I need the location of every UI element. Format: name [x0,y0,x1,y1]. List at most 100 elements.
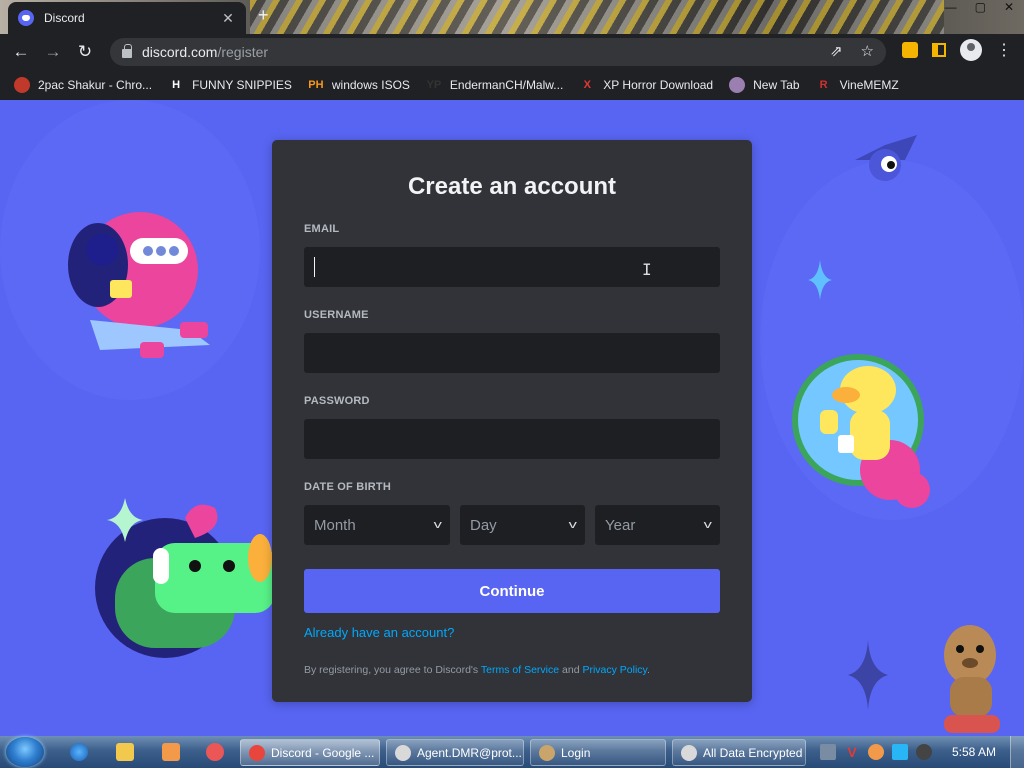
minimize-icon[interactable]: — [945,0,957,16]
bookmark-favicon-icon: YP [426,79,442,91]
bookmark-label: FUNNY SNIPPIES [192,78,292,92]
clock[interactable]: 5:58 AM [952,745,996,759]
browser-tab-strip: Discord ✕ + — ▢ ✕ [0,0,1024,34]
terms-of-service-link[interactable]: Terms of Service [481,664,559,676]
day-select[interactable]: Day v [460,505,585,545]
show-desktop-button[interactable] [1010,736,1024,768]
bookmark-label: windows ISOS [331,78,410,92]
close-window-icon[interactable]: ✕ [1004,0,1014,16]
username-field[interactable] [304,333,720,373]
username-label: USERNAME [304,309,369,321]
privacy-policy-link[interactable]: Privacy Policy [582,664,647,676]
legal-notice: By registering, you agree to Discord's T… [304,663,720,677]
bookmark-label: VineMEMZ [839,78,899,92]
new-tab-button[interactable]: + [258,5,269,26]
bookmark-item[interactable]: H FUNNY SNIPPIES [168,77,292,93]
side-panel-icon[interactable] [932,43,946,57]
legal-and: and [559,664,583,676]
taskbar-window-button[interactable]: Agent.DMR@prot... [386,739,524,766]
taskbar-window-button[interactable]: Discord - Google ... [240,739,380,766]
bookmark-label: New Tab [753,78,800,92]
chevron-down-icon: v [703,519,712,531]
reload-icon[interactable]: ↻ [74,41,96,63]
windows-taskbar: Discord - Google ... Agent.DMR@prot... Log… [0,736,1024,768]
register-page: Create an account EMAIL I USERNAME PASSW… [0,100,1024,736]
chevron-down-icon: v [433,519,442,531]
more-menu-icon[interactable]: ⋮ [996,40,1012,60]
taskbar-window-label: All Data Encrypted [703,745,803,760]
file-explorer-icon[interactable] [116,743,134,761]
volume-icon[interactable] [916,744,932,760]
date-of-birth-row: Month v Day v Year v [304,505,720,545]
back-icon[interactable]: ← [10,41,32,63]
text-caret [314,257,315,277]
antivirus-icon[interactable]: V [844,744,860,760]
email-field[interactable]: I [304,247,720,287]
password-field[interactable] [304,419,720,459]
year-select[interactable]: Year v [595,505,720,545]
taskbar-window-label: Agent.DMR@prot... [417,745,522,760]
bookmark-favicon-icon: PH [308,79,324,91]
register-form-card: Create an account EMAIL I USERNAME PASSW… [272,140,752,702]
bookmark-favicon-icon: R [819,79,828,91]
bat-creature-illustration [855,135,917,181]
paint-icon[interactable] [206,743,224,761]
bookmark-label: 2pac Shakur - Chro... [38,78,153,92]
email-label: EMAIL [304,223,340,235]
lock-icon[interactable] [122,44,132,58]
bookmark-star-icon[interactable]: ☆ [861,42,874,60]
profile-avatar[interactable] [960,39,982,61]
bookmark-item[interactable]: 2pac Shakur - Chro... [14,77,152,93]
date-of-birth-label: DATE OF BIRTH [304,481,391,493]
window-icon [681,744,697,761]
bookmark-favicon-icon: X [583,79,591,91]
browser-toolbar: ← → ↻ discord.com/register ⇗ ☆ ⋮ [0,34,1024,70]
bookmark-label: XP Horror Download [603,78,714,92]
taskbar-window-label: Discord - Google ... [271,745,375,760]
media-player-icon[interactable] [162,743,180,761]
password-label: PASSWORD [304,395,370,407]
bookmark-item[interactable]: X XP Horror Download [579,77,714,93]
share-icon[interactable]: ⇗ [830,42,843,60]
text-cursor-icon: I [642,260,652,279]
url-path: /register [217,44,269,60]
continue-button[interactable]: Continue [304,569,720,613]
tab-discord[interactable]: Discord ✕ [8,2,246,34]
bookmark-item[interactable]: PH windows ISOS [308,77,410,93]
month-placeholder: Month [314,516,356,534]
bookmark-item[interactable]: R VineMEMZ [816,77,899,93]
close-tab-icon[interactable]: ✕ [220,10,236,27]
url-host: discord.com [142,44,218,60]
network-icon[interactable] [820,744,836,760]
window-icon [539,744,555,761]
window-icon [395,744,411,761]
internet-explorer-icon[interactable] [70,743,88,761]
legal-prefix: By registering, you agree to Discord's [304,664,481,676]
bookmark-item[interactable]: New Tab [729,77,800,93]
month-select[interactable]: Month v [304,505,450,545]
day-placeholder: Day [470,516,497,534]
search-icon[interactable] [868,744,884,760]
taskbar-window-button[interactable]: Login [530,739,666,766]
taskbar-window-button[interactable]: All Data Encrypted [672,739,806,766]
start-button[interactable] [6,737,44,767]
taskbar-window-label: Login [561,745,591,760]
bookmark-favicon-icon: H [172,79,181,91]
discord-favicon-icon [18,10,34,26]
sparkle-icon [808,260,832,300]
login-link[interactable]: Already have an account? [304,625,720,641]
dinosaur-headphones-illustration [95,498,275,658]
maximize-icon[interactable]: ▢ [975,0,986,16]
display-icon[interactable] [892,744,908,760]
bookmark-item[interactable]: YP EndermanCH/Malw... [426,77,564,93]
chevron-down-icon: v [568,519,577,531]
address-bar[interactable]: discord.com/register ⇗ ☆ [110,38,886,66]
bookmarks-bar: 2pac Shakur - Chro... H FUNNY SNIPPIES PH wi… [0,70,1024,100]
tab-title: Discord [44,11,85,25]
legal-suffix: . [647,664,650,676]
bookmark-label: EndermanCH/Malw... [449,78,564,92]
forward-icon[interactable]: → [42,41,64,63]
bookmark-favicon-icon [729,77,746,93]
bookmark-favicon-icon [14,77,30,93]
extensions-icon[interactable] [902,42,918,58]
